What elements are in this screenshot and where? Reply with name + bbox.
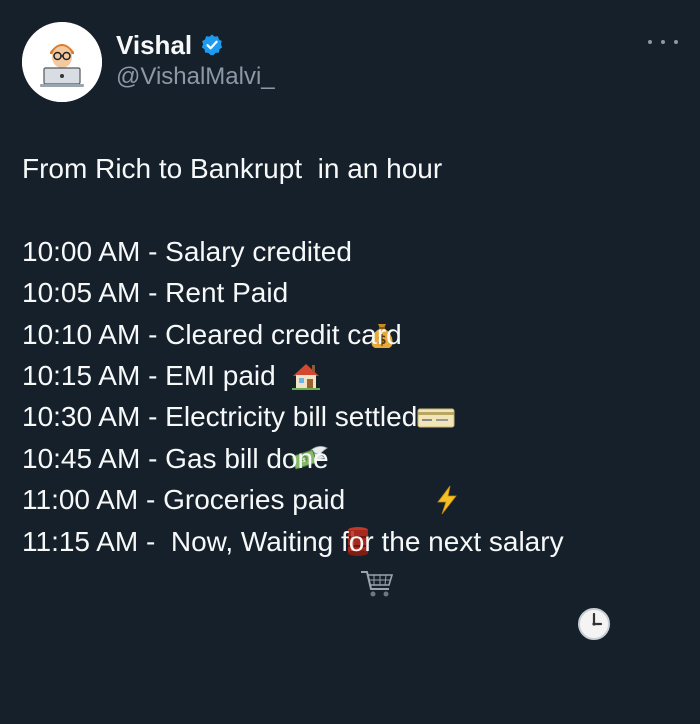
high-voltage-icon bbox=[431, 401, 463, 515]
timeline-item-text: 10:15 AM - EMI paid bbox=[22, 359, 284, 391]
timeline-item-text: 10:30 AM - Electricity bill settled bbox=[22, 401, 426, 433]
timeline-item-text: 10:45 AM - Gas bill done bbox=[22, 442, 337, 474]
developer-at-laptop-icon bbox=[22, 22, 102, 102]
timeline-item: 10:30 AM - Electricity bill settled bbox=[22, 396, 682, 515]
author-display-name[interactable]: Vishal bbox=[116, 30, 192, 60]
timeline-item-text: 11:15 AM - Now, Waiting for the next sal… bbox=[22, 525, 572, 557]
oil-drum-icon bbox=[342, 442, 374, 557]
timeline-item: 10:15 AM - EMI paid $ bbox=[22, 355, 682, 470]
timeline-item-text: 10:00 AM - Salary credited bbox=[22, 235, 360, 267]
credit-card-icon bbox=[416, 318, 456, 428]
timeline-item: 10:00 AM - Salary credited $ bbox=[22, 231, 682, 349]
tweet-headline: From Rich to Bankrupt in an hour bbox=[22, 153, 443, 184]
timeline-item: 10:05 AM - Rent Paid bbox=[22, 272, 682, 390]
more-dot-icon bbox=[674, 40, 678, 44]
timeline-item-text: 11:00 AM - Groceries paid bbox=[22, 484, 353, 516]
verified-badge-icon bbox=[200, 33, 224, 57]
author-avatar[interactable] bbox=[22, 22, 102, 102]
house-icon bbox=[290, 277, 322, 390]
tweet-text: From Rich to Bankrupt in an hour 10:00 A… bbox=[22, 148, 682, 641]
timeline-item: 11:15 AM - Now, Waiting for the next sal… bbox=[22, 521, 682, 641]
timeline-item-text: 10:05 AM - Rent Paid bbox=[22, 277, 289, 309]
shopping-cart-icon bbox=[359, 484, 395, 597]
timeline-item: 10:10 AM - Cleared credit card bbox=[22, 314, 682, 428]
timeline-item: 11:00 AM - Groceries paid bbox=[22, 479, 682, 597]
tweet-card: Vishal @VishalMalvi_ From Rich to Bankru… bbox=[0, 0, 700, 641]
money-with-wings-icon: $ bbox=[289, 360, 329, 470]
timeline-item-text: 10:10 AM - Cleared credit card bbox=[22, 318, 410, 350]
money-bag-icon: $ bbox=[366, 235, 398, 349]
more-dot-icon bbox=[648, 40, 652, 44]
author-name-row: Vishal bbox=[116, 30, 224, 60]
timeline-item: 10:45 AM - Gas bill done bbox=[22, 438, 682, 557]
more-options-button[interactable] bbox=[648, 32, 678, 52]
more-dot-icon bbox=[661, 40, 665, 44]
author-handle[interactable]: @VishalMalvi_ bbox=[116, 62, 275, 92]
clock-icon bbox=[577, 524, 611, 641]
